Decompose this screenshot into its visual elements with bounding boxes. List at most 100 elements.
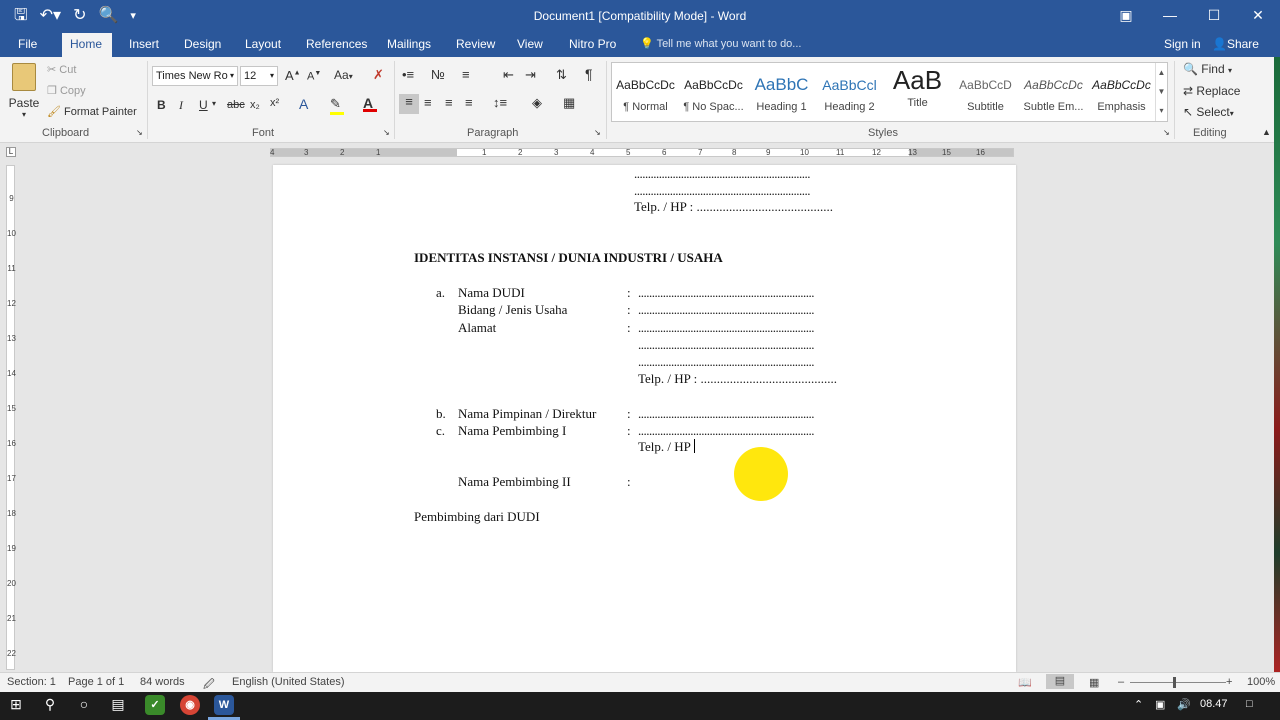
- tab-mailings[interactable]: Mailings: [379, 33, 439, 57]
- style-subtitle[interactable]: AaBbCcD Subtitle: [952, 63, 1019, 121]
- zoom-slider-knob[interactable]: [1173, 677, 1176, 688]
- grow-font-icon[interactable]: A▲: [285, 68, 301, 83]
- clear-formatting-icon[interactable]: ✗: [373, 67, 384, 83]
- font-color-icon[interactable]: A: [363, 95, 377, 112]
- tab-file[interactable]: File: [10, 33, 45, 57]
- task-view-icon[interactable]: ▤: [106, 696, 130, 713]
- vertical-scrollbar[interactable]: [1266, 143, 1274, 673]
- windows-start-icon[interactable]: ⊞: [4, 696, 28, 713]
- share-button[interactable]: 👤Share: [1212, 37, 1259, 51]
- chevron-down-icon[interactable]: ▾: [212, 99, 216, 108]
- highlight-icon[interactable]: ✎: [330, 96, 344, 115]
- tab-nitro-pro[interactable]: Nitro Pro: [561, 33, 624, 57]
- cortana-icon[interactable]: ○: [72, 696, 96, 712]
- sort-icon[interactable]: ⇅: [556, 67, 567, 83]
- notifications-icon[interactable]: □: [1246, 698, 1253, 710]
- telp-line-editing[interactable]: Telp. / HP: [638, 439, 695, 455]
- numbering-icon[interactable]: №: [431, 67, 445, 82]
- volume-icon[interactable]: 🔊: [1177, 698, 1191, 711]
- web-layout-icon[interactable]: ▦: [1089, 676, 1099, 689]
- align-left-icon[interactable]: ≡: [399, 94, 419, 114]
- search-icon[interactable]: ⚲: [38, 696, 62, 713]
- show-hide-marks-button[interactable]: ¶: [585, 66, 593, 82]
- decrease-indent-icon[interactable]: ⇤: [503, 67, 514, 83]
- app-icon[interactable]: ✓: [145, 695, 165, 715]
- justify-icon[interactable]: ≡: [465, 95, 473, 110]
- chrome-icon[interactable]: ◉: [180, 695, 200, 715]
- minimize-icon[interactable]: —: [1148, 0, 1192, 30]
- read-mode-icon[interactable]: 📖: [1018, 676, 1032, 689]
- replace-button[interactable]: ⇄ Replace: [1183, 84, 1240, 98]
- zoom-level[interactable]: 100%: [1247, 676, 1275, 688]
- network-icon[interactable]: ▣: [1155, 698, 1165, 711]
- collapse-ribbon-icon[interactable]: ▲: [1262, 127, 1271, 137]
- tab-layout[interactable]: Layout: [237, 33, 289, 57]
- zoom-slider[interactable]: [1130, 682, 1226, 683]
- style-heading-1[interactable]: AaBbC Heading 1: [748, 63, 815, 121]
- section-indicator[interactable]: Section: 1: [7, 676, 56, 688]
- style-normal[interactable]: AaBbCcDc ¶ Normal: [612, 63, 679, 121]
- zoom-out-icon[interactable]: –: [1118, 676, 1124, 688]
- tab-insert[interactable]: Insert: [121, 33, 167, 57]
- text-effects-icon[interactable]: A: [299, 96, 308, 112]
- style-emphasis[interactable]: AaBbCcDc Emphasis: [1088, 63, 1155, 121]
- horizontal-ruler[interactable]: 4 3 2 1 1 2 3 4 5 6 7 8 9 10 11 12 13 15…: [270, 148, 1014, 157]
- shading-icon[interactable]: ◈: [532, 95, 542, 111]
- close-icon[interactable]: ✕: [1236, 0, 1280, 30]
- zoom-in-icon[interactable]: +: [1226, 676, 1232, 688]
- print-layout-icon[interactable]: ▤: [1046, 674, 1074, 689]
- tab-references[interactable]: References: [298, 33, 375, 57]
- style-no-spacing[interactable]: AaBbCcDc ¶ No Spac...: [680, 63, 747, 121]
- ruler-label: 9: [9, 194, 14, 203]
- font-launcher-icon[interactable]: ↘: [383, 128, 390, 137]
- multilevel-list-icon[interactable]: ≡: [462, 67, 470, 82]
- find-button[interactable]: 🔍 Find ▾: [1183, 62, 1232, 76]
- tab-design[interactable]: Design: [176, 33, 229, 57]
- style-heading-2[interactable]: AaBbCcl Heading 2: [816, 63, 883, 121]
- superscript-button[interactable]: x²: [270, 97, 279, 109]
- maximize-icon[interactable]: ☐: [1192, 0, 1236, 30]
- bullets-icon[interactable]: •≡: [402, 67, 414, 82]
- align-center-icon[interactable]: ≡: [424, 95, 432, 110]
- vertical-ruler[interactable]: 9 10 11 12 13 14 15 16 17 18 19 20 21 22: [6, 165, 16, 670]
- subscript-button[interactable]: x₂: [250, 99, 260, 111]
- italic-button[interactable]: I: [179, 98, 183, 113]
- sign-in-link[interactable]: Sign in: [1164, 37, 1201, 51]
- copy-button[interactable]: ❐ Copy: [47, 84, 86, 97]
- select-button[interactable]: ↖ Select▾: [1183, 105, 1234, 119]
- document-page[interactable]: ........................................…: [273, 165, 1016, 672]
- font-size-dropdown[interactable]: 12 ▾: [240, 66, 278, 86]
- clock[interactable]: 08.47: [1200, 698, 1228, 710]
- line-spacing-icon[interactable]: ↕≡: [493, 95, 507, 110]
- change-case-button[interactable]: Aa▾: [334, 68, 353, 82]
- style-title[interactable]: AaB Title: [884, 63, 951, 121]
- shrink-font-icon[interactable]: A▼: [307, 70, 321, 83]
- tab-home[interactable]: Home: [62, 33, 112, 57]
- align-right-icon[interactable]: ≡: [445, 95, 453, 110]
- tray-arrow-icon[interactable]: ⌃: [1134, 698, 1143, 711]
- tab-selector-icon[interactable]: L: [6, 147, 16, 157]
- ribbon-display-icon[interactable]: ▣: [1104, 0, 1148, 30]
- cut-button[interactable]: ✂ Cut: [47, 63, 76, 76]
- tab-view[interactable]: View: [509, 33, 551, 57]
- page-indicator[interactable]: Page 1 of 1: [68, 676, 124, 688]
- borders-icon[interactable]: ▦: [563, 95, 575, 111]
- increase-indent-icon[interactable]: ⇥: [525, 67, 536, 83]
- word-icon[interactable]: W: [214, 695, 234, 715]
- gallery-scroll[interactable]: ▲ ▼ ▾: [1155, 63, 1167, 121]
- format-painter-button[interactable]: 🖌 Format Painter: [47, 105, 137, 118]
- font-name-dropdown[interactable]: Times New Ro ▾: [152, 66, 238, 86]
- underline-button[interactable]: U: [199, 98, 208, 112]
- word-count[interactable]: 84 words: [140, 676, 185, 688]
- clipboard-launcher-icon[interactable]: ↘: [136, 128, 143, 137]
- bold-button[interactable]: B: [157, 98, 166, 112]
- styles-launcher-icon[interactable]: ↘: [1163, 128, 1170, 137]
- style-subtle-emphasis[interactable]: AaBbCcDc Subtle Em...: [1020, 63, 1087, 121]
- paste-button[interactable]: Paste ▾: [8, 61, 40, 121]
- paragraph-launcher-icon[interactable]: ↘: [594, 128, 601, 137]
- language-indicator[interactable]: English (United States): [232, 676, 345, 688]
- tell-me-box[interactable]: 💡 Tell me what you want to do...: [640, 37, 801, 50]
- strikethrough-button[interactable]: abc: [227, 99, 245, 111]
- chevron-down-icon: ▾: [348, 72, 353, 81]
- tab-review[interactable]: Review: [448, 33, 503, 57]
